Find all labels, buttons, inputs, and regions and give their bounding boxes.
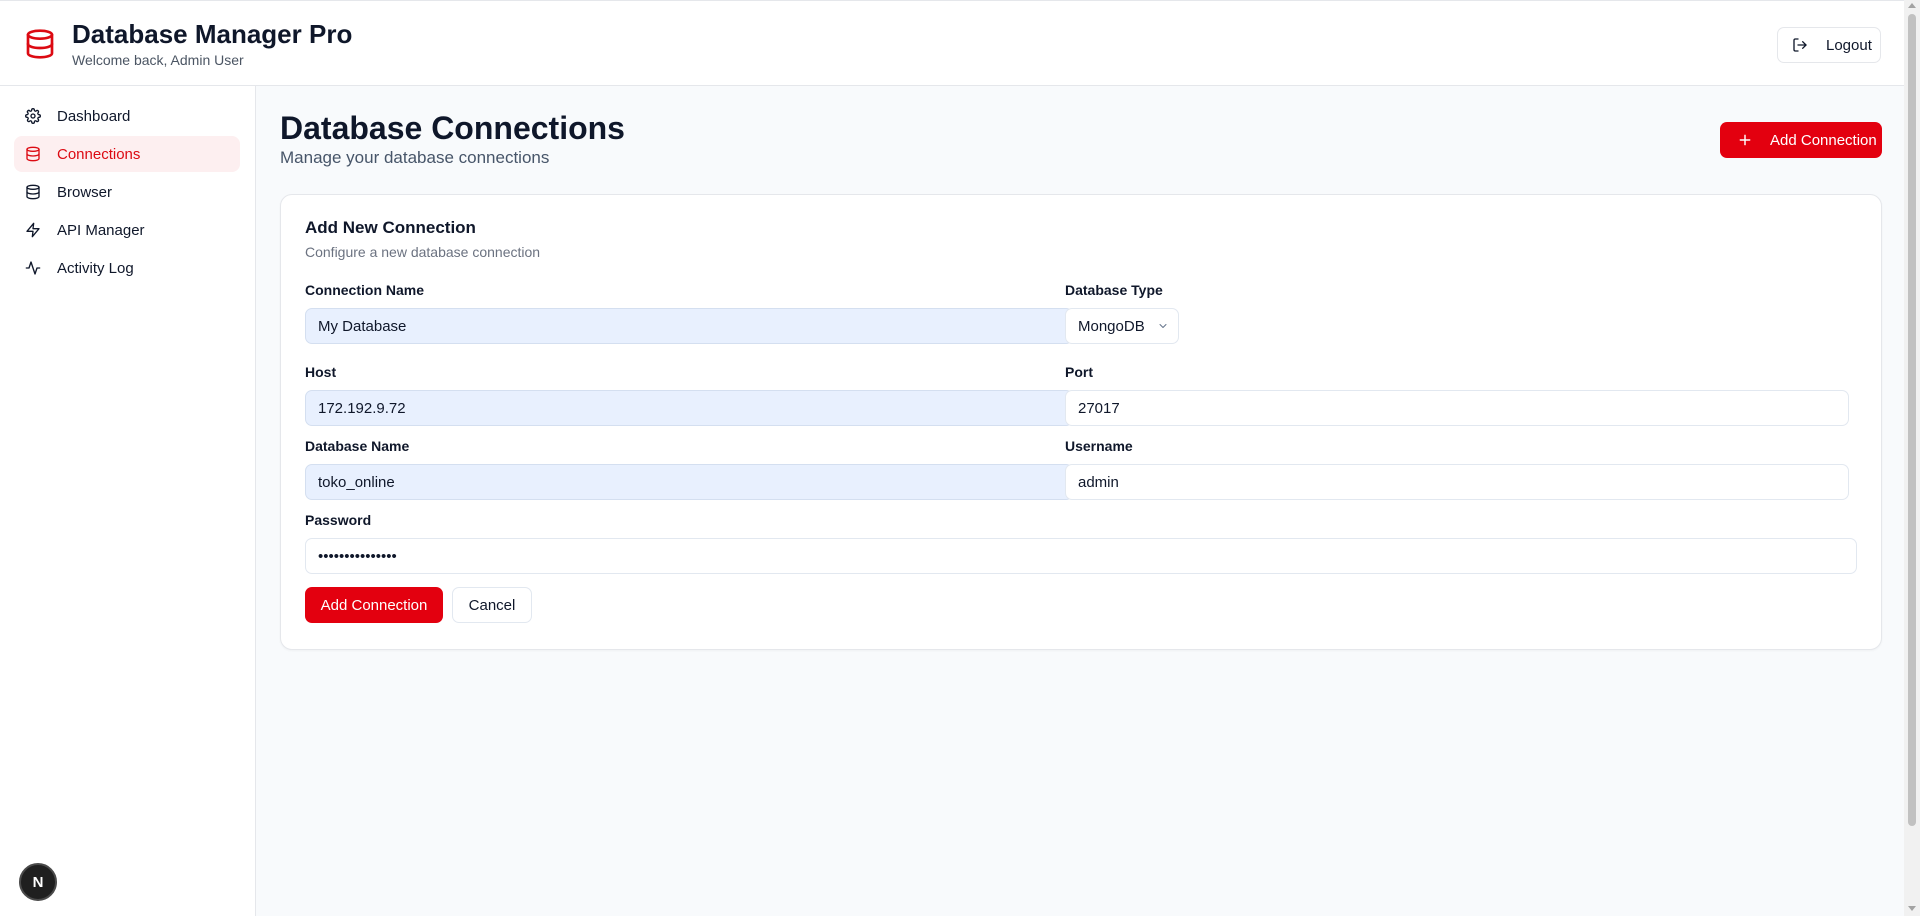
database-name-label: Database Name — [305, 438, 410, 454]
logout-label: Logout — [1826, 36, 1872, 54]
database-icon — [26, 146, 40, 162]
sidebar-item-activity-log[interactable]: Activity Log — [14, 250, 240, 286]
cancel-button[interactable]: Cancel — [452, 587, 532, 623]
logout-icon — [1793, 38, 1807, 52]
add-connection-button[interactable]: Add Connection — [1720, 122, 1882, 158]
database-type-select[interactable]: MongoDB — [1065, 308, 1179, 344]
plus-icon — [1739, 134, 1751, 146]
page-title: Database Connections — [280, 110, 625, 146]
sidebar: Dashboard Connections Browser API Manage… — [0, 86, 256, 916]
username-label: Username — [1065, 438, 1133, 454]
sidebar-item-label: API Manager — [57, 221, 145, 239]
scrollbar[interactable] — [1904, 0, 1920, 916]
logout-button[interactable]: Logout — [1777, 27, 1881, 63]
port-label: Port — [1065, 364, 1093, 380]
scroll-thumb[interactable] — [1908, 14, 1916, 826]
host-input[interactable] — [305, 390, 1073, 426]
sidebar-item-browser[interactable]: Browser — [14, 174, 240, 210]
sidebar-item-api-manager[interactable]: API Manager — [14, 212, 240, 248]
database-type-value: MongoDB — [1078, 317, 1145, 335]
welcome-text: Welcome back, Admin User — [72, 52, 244, 68]
password-label: Password — [305, 512, 372, 528]
sidebar-item-label: Dashboard — [57, 107, 131, 125]
database-name-input[interactable] — [305, 464, 1073, 500]
dev-tools-badge[interactable]: N — [19, 863, 57, 901]
scroll-up-arrow-icon[interactable] — [1908, 3, 1916, 8]
sidebar-item-label: Connections — [57, 145, 141, 163]
chevron-down-icon — [1159, 324, 1167, 328]
connection-name-input[interactable] — [305, 308, 1073, 344]
database-type-label: Database Type — [1065, 282, 1163, 298]
submit-add-connection-button[interactable]: Add Connection — [305, 587, 443, 623]
host-label: Host — [305, 364, 337, 380]
password-input[interactable] — [305, 538, 1857, 574]
add-connection-card: Add New Connection Configure a new datab… — [280, 194, 1882, 650]
sidebar-item-label: Activity Log — [57, 259, 134, 277]
username-input[interactable] — [1065, 464, 1849, 500]
lightning-icon — [26, 222, 40, 238]
main-content: Database Connections Manage your databas… — [256, 86, 1904, 916]
database-icon — [26, 29, 54, 59]
app-title: Database Manager Pro — [72, 19, 353, 49]
card-subtitle: Configure a new database connection — [305, 244, 541, 260]
scroll-down-arrow-icon[interactable] — [1908, 906, 1916, 911]
app-header: Database Manager Pro Welcome back, Admin… — [0, 0, 1904, 86]
database-icon — [26, 184, 40, 200]
add-connection-label: Add Connection — [1770, 131, 1877, 149]
card-title: Add New Connection — [305, 218, 476, 237]
connection-name-label: Connection Name — [305, 282, 425, 298]
sidebar-item-connections[interactable]: Connections — [14, 136, 240, 172]
activity-icon — [25, 261, 41, 275]
sidebar-item-label: Browser — [57, 183, 113, 201]
sidebar-item-dashboard[interactable]: Dashboard — [14, 98, 240, 134]
gear-icon — [25, 108, 41, 124]
page-subtitle: Manage your database connections — [280, 148, 550, 167]
port-input[interactable] — [1065, 390, 1849, 426]
